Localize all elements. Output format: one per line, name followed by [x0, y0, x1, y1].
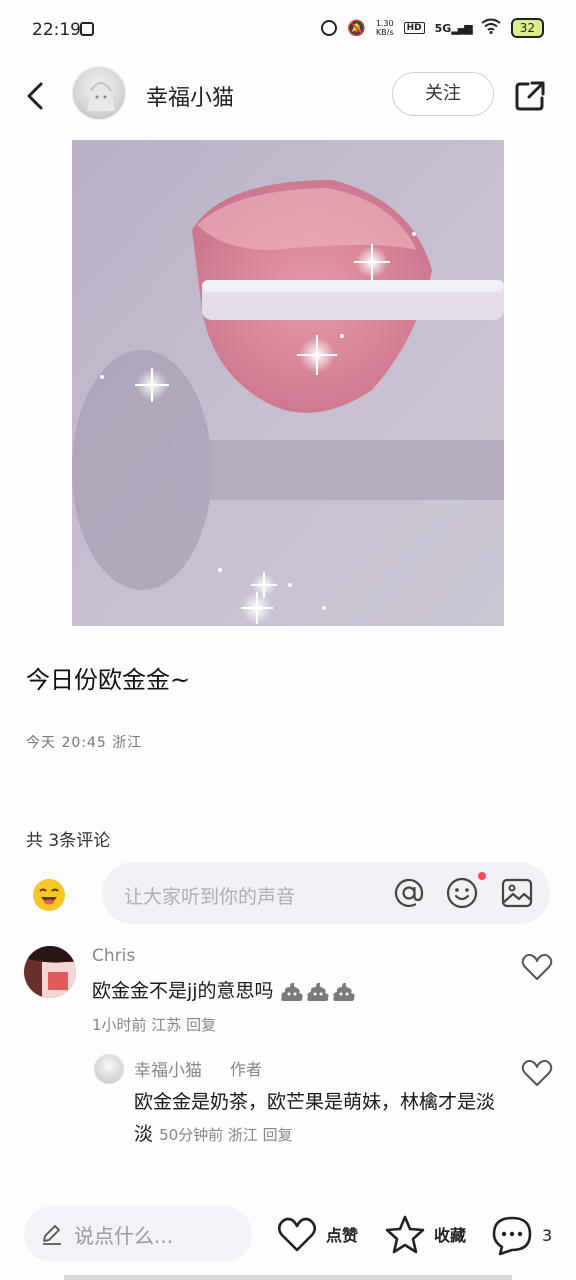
- status-time: 22:19: [32, 20, 81, 40]
- reply-meta[interactable]: 50分钟前 浙江 回复: [159, 1126, 293, 1144]
- comment-input[interactable]: 让大家听到你的声音: [102, 862, 550, 924]
- reply-like-button[interactable]: [520, 1056, 554, 1090]
- alarm-icon: [321, 20, 338, 36]
- bottom-bar: 说点什么... 点赞 收藏 3: [0, 1196, 576, 1280]
- chevron-left-icon: [27, 82, 43, 110]
- hd-icon: HD: [403, 22, 425, 34]
- status-icons: 🔕 1.30 KB/s HD 5G▂▄▆ 32: [321, 18, 544, 38]
- comment-input-row: 让大家听到你的声音: [0, 862, 576, 926]
- battery-icon: 32: [510, 18, 544, 38]
- reply-item: 幸福小猫 作者 欧金金是奶茶，欧芒果是萌妹，林檎才是淡淡 50分钟前 浙江 回复: [0, 1054, 576, 1154]
- reply-text: 欧金金是奶茶，欧芒果是萌妹，林檎才是淡淡 50分钟前 浙江 回复: [134, 1091, 496, 1145]
- commenter-name[interactable]: Chris: [92, 946, 135, 966]
- pencil-icon: [43, 1225, 61, 1245]
- reply-avatar[interactable]: [94, 1054, 124, 1084]
- comment-count-badge: 3: [542, 1225, 553, 1245]
- comment-text: 欧金金不是jj的意思吗: [92, 976, 356, 1003]
- net-speed: 1.30 KB/s: [375, 19, 394, 37]
- wifi-icon: [481, 18, 501, 38]
- post-meta: 今天 20:45 浙江: [26, 735, 143, 751]
- comment-meta[interactable]: 1小时前 江苏 回复: [92, 1014, 216, 1035]
- post-title: 今日份欧金金~: [26, 666, 191, 694]
- home-indicator: [64, 1275, 512, 1280]
- mute-icon: 🔕: [347, 19, 366, 37]
- comment-item: Chris 欧金金不是jj的意思吗 1小时前 江苏 回复: [0, 946, 576, 1046]
- comment-input-placeholder: 让大家听到你的声音: [124, 886, 296, 908]
- heart-icon: [277, 1217, 317, 1252]
- like-button[interactable]: 点赞: [276, 1214, 358, 1254]
- post-header: 幸福小猫 关注: [0, 62, 576, 140]
- author-avatar[interactable]: [72, 66, 126, 120]
- share-button[interactable]: [512, 78, 548, 114]
- reply-author-name[interactable]: 幸福小猫: [134, 1056, 202, 1081]
- comment-button[interactable]: 3: [490, 1214, 552, 1256]
- post-image[interactable]: [72, 140, 504, 626]
- image-picker-icon[interactable]: [500, 876, 534, 910]
- collect-button[interactable]: 收藏: [384, 1214, 466, 1254]
- notification-icon: [80, 22, 94, 36]
- commenter-avatar[interactable]: [24, 946, 76, 998]
- follow-button[interactable]: 关注: [392, 72, 494, 116]
- notification-dot: [478, 872, 486, 880]
- author-name[interactable]: 幸福小猫: [146, 80, 234, 112]
- heart-icon: [521, 1059, 553, 1086]
- emoji-picker-icon[interactable]: [445, 876, 479, 910]
- at-mention-icon[interactable]: [392, 876, 426, 910]
- share-icon: [515, 81, 545, 111]
- collect-label: 收藏: [434, 1226, 467, 1245]
- comment-count: 共 3条评论: [26, 831, 111, 851]
- emoji-face-icon[interactable]: [32, 878, 66, 912]
- star-icon: [385, 1215, 425, 1254]
- say-something-placeholder: 说点什么...: [74, 1224, 174, 1248]
- signal-icon: 5G▂▄▆: [434, 21, 473, 35]
- like-label: 点赞: [326, 1226, 359, 1245]
- say-something-input[interactable]: 说点什么...: [24, 1206, 252, 1262]
- comment-bubble-icon: [492, 1216, 532, 1256]
- author-tag: 作者: [230, 1060, 263, 1079]
- poop-emoji-icon: [280, 981, 356, 1003]
- heart-icon: [521, 953, 553, 980]
- back-button[interactable]: [18, 78, 54, 114]
- status-bar: 22:19 🔕 1.30 KB/s HD 5G▂▄▆ 32: [0, 0, 576, 60]
- comment-like-button[interactable]: [520, 950, 554, 984]
